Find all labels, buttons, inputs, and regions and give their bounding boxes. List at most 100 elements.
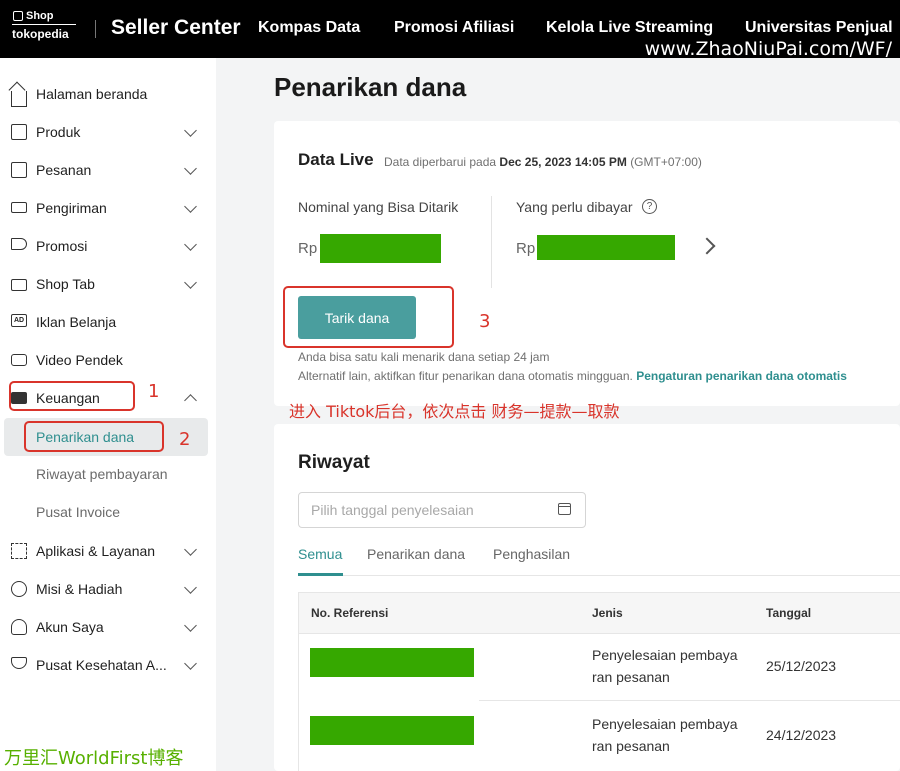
shopping-bag-icon: [11, 279, 27, 291]
box-icon: [11, 124, 27, 140]
column-header-tanggal: Tanggal: [766, 606, 812, 620]
active-tab-indicator: [298, 573, 343, 576]
jenis-line-1: Penyelesaian pembaya: [592, 716, 738, 732]
sidebar-item-label: Pesanan: [36, 162, 92, 178]
sidebar-item-label: Misi & Hadiah: [36, 581, 123, 597]
chevron-down-icon: [184, 543, 197, 556]
sidebar-item-iklan-belanja[interactable]: AD Iklan Belanja: [0, 303, 216, 341]
sidebar-item-pengiriman[interactable]: Pengiriman: [0, 189, 216, 227]
chevron-down-icon: [184, 581, 197, 594]
sidebar-item-pusat-invoice[interactable]: Pusat Invoice: [0, 493, 216, 531]
auto-withdraw-note: Alternatif lain, aktifkan fitur penarika…: [298, 369, 847, 383]
redacted-payable-amount: [537, 235, 675, 260]
column-header-referensi: No. Referensi: [311, 606, 389, 620]
seller-center-title: Seller Center: [111, 16, 241, 39]
home-icon: [11, 91, 27, 107]
sidebar-item-label: Pusat Kesehatan A...: [36, 657, 167, 673]
clipboard-icon: [11, 162, 27, 178]
sidebar-item-label: Akun Saya: [36, 619, 104, 635]
sidebar-item-video-pendek[interactable]: Video Pendek: [0, 341, 216, 379]
payable-amount-label: Yang perlu dibayar: [516, 199, 633, 215]
sidebar-item-label: Halaman beranda: [36, 86, 148, 102]
sidebar-item-label: Riwayat pembayaran: [36, 466, 168, 482]
updated-time: Dec 25, 2023 14:05 PM: [499, 155, 627, 169]
data-live-title: Data Live: [298, 150, 374, 169]
sidebar-item-halaman-beranda[interactable]: Halaman beranda: [0, 75, 216, 113]
chevron-down-icon: [184, 276, 197, 289]
sidebar-item-label: Promosi: [36, 238, 88, 254]
jenis-line-2: ran pesanan: [592, 669, 670, 685]
watermark-url: www.ZhaoNiuPai.com/WF/: [644, 38, 892, 60]
apps-grid-icon: [11, 543, 27, 559]
table-header: No. Referensi Jenis Tanggal: [299, 593, 900, 633]
withdrawable-currency: Rp: [298, 240, 318, 257]
shop-bag-icon: [13, 11, 23, 21]
video-icon: [11, 354, 27, 366]
annotation-box-penarikan: [24, 421, 164, 452]
withdraw-limit-note: Anda bisa satu kali menarik dana setiap …: [298, 350, 550, 364]
page-title: Penarikan dana: [274, 72, 467, 102]
annotation-step-3: 3: [479, 311, 491, 332]
chevron-down-icon: [184, 200, 197, 213]
chevron-down-icon: [184, 657, 197, 670]
row-tanggal: 24/12/2023: [766, 727, 837, 743]
tab-semua[interactable]: Semua: [298, 546, 342, 562]
annotation-box-keuangan: [9, 381, 135, 411]
trophy-icon: [11, 657, 27, 669]
history-table: No. Referensi Jenis Tanggal Penyelesaian…: [298, 592, 900, 771]
sidebar-item-pesanan[interactable]: Pesanan: [0, 151, 216, 189]
chevron-down-icon: [184, 238, 197, 251]
sidebar-item-produk[interactable]: Produk: [0, 113, 216, 151]
sidebar-item-riwayat-pembayaran[interactable]: Riwayat pembayaran: [0, 455, 216, 493]
top-bar: Shop tokopedia Seller Center Kompas Data…: [0, 0, 900, 60]
tabs-baseline: [298, 575, 900, 576]
tab-penarikan-dana[interactable]: Penarikan dana: [367, 546, 465, 562]
sidebar-item-promosi[interactable]: Promosi: [0, 227, 216, 265]
sidebar-item-label: Shop Tab: [36, 276, 95, 292]
nav-universitas-penjual[interactable]: Universitas Penjual: [745, 19, 893, 37]
footer-watermark: 万里汇WorldFirst博客: [4, 748, 184, 769]
sidebar-item-aplikasi-layanan[interactable]: Aplikasi & Layanan: [0, 532, 216, 570]
sidebar-item-akun-saya[interactable]: Akun Saya: [0, 608, 216, 646]
tab-penghasilan[interactable]: Penghasilan: [493, 546, 570, 562]
sidebar-item-label: Pusat Invoice: [36, 504, 121, 520]
sidebar-item-pusat-kesehatan[interactable]: Pusat Kesehatan A...: [0, 646, 216, 684]
settlement-date-input[interactable]: [298, 492, 586, 528]
ad-icon: AD: [11, 314, 27, 327]
sidebar-item-label: Pengiriman: [36, 200, 107, 216]
balance-divider: [491, 196, 492, 288]
sidebar-item-misi-hadiah[interactable]: Misi & Hadiah: [0, 570, 216, 608]
payable-currency: Rp: [516, 240, 536, 257]
sidebar-item-label: Iklan Belanja: [36, 314, 117, 330]
help-icon[interactable]: ?: [642, 199, 657, 214]
nav-kelola-live-streaming[interactable]: Kelola Live Streaming: [546, 19, 713, 37]
sidebar-item-label: Video Pendek: [36, 352, 123, 368]
annotation-box-tarik: [283, 286, 454, 348]
row-tanggal: 25/12/2023: [766, 658, 837, 674]
chevron-down-icon: [184, 124, 197, 137]
chevron-down-icon: [184, 162, 197, 175]
sidebar-item-shop-tab[interactable]: Shop Tab: [0, 265, 216, 303]
calendar-icon[interactable]: [558, 503, 571, 515]
column-header-jenis: Jenis: [592, 606, 623, 620]
riwayat-title: Riwayat: [298, 452, 370, 473]
redacted-withdrawable-amount: [320, 234, 441, 263]
medal-icon: [11, 581, 27, 597]
chevron-down-icon: [184, 619, 197, 632]
nav-kompas-data[interactable]: Kompas Data: [258, 19, 360, 37]
nav-promosi-afiliasi[interactable]: Promosi Afiliasi: [394, 19, 514, 37]
jenis-line-2: ran pesanan: [592, 738, 670, 754]
jenis-line-1: Penyelesaian pembaya: [592, 647, 738, 663]
truck-icon: [11, 202, 27, 213]
row-divider: [479, 700, 900, 701]
withdrawable-amount-label: Nominal yang Bisa Ditarik: [298, 199, 459, 215]
auto-withdraw-settings-link[interactable]: Pengaturan penarikan dana otomatis: [636, 369, 847, 383]
row-jenis: Penyelesaian pembaya ran pesanan: [592, 644, 738, 688]
auto-withdraw-text: Alternatif lain, aktifkan fitur penarika…: [298, 369, 633, 383]
header-divider: [95, 20, 96, 38]
redacted-reference-number: [310, 648, 474, 677]
redacted-reference-number: [310, 716, 474, 745]
tokopedia-shop-logo[interactable]: Shop tokopedia: [12, 10, 82, 41]
data-updated-text: Data diperbarui pada Dec 25, 2023 14:05 …: [384, 155, 702, 169]
logo-shop-text: Shop: [26, 10, 54, 22]
